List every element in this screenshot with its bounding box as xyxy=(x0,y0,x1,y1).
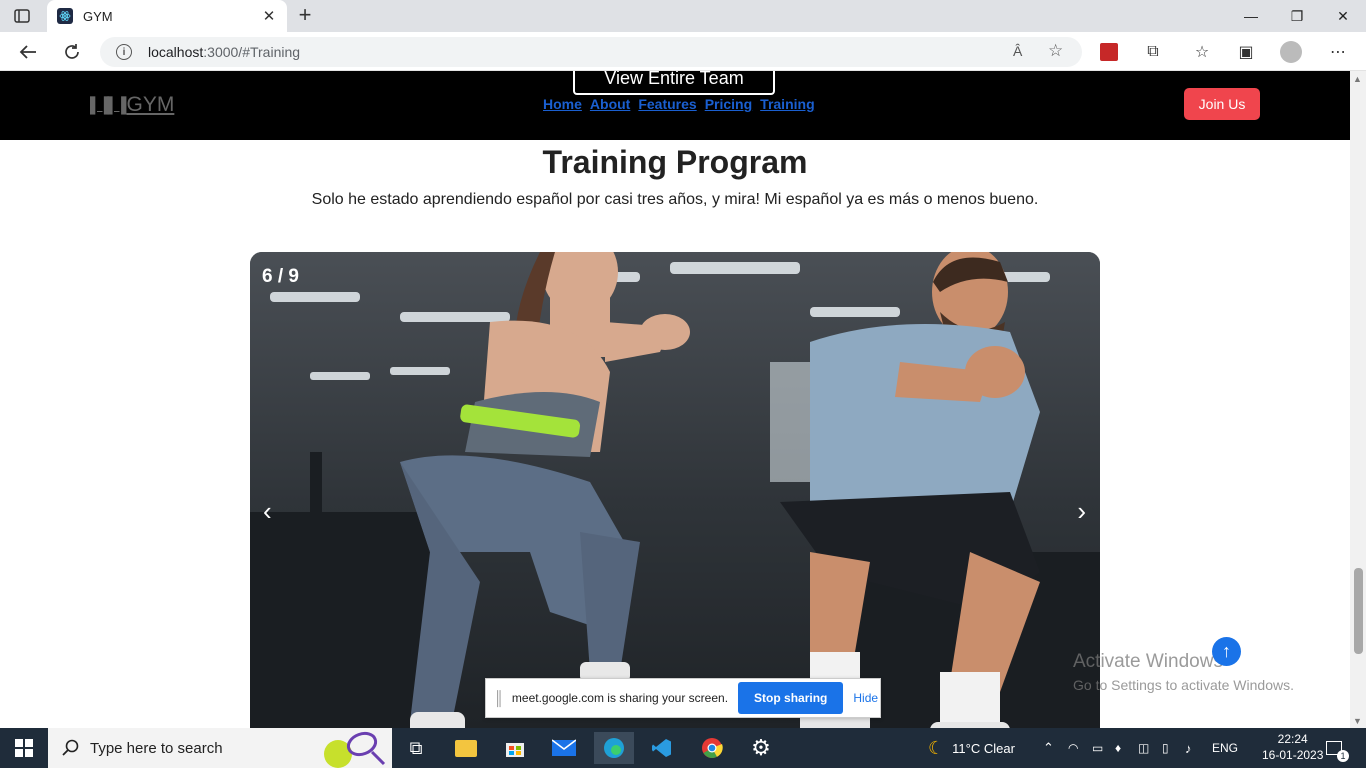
tennis-search-highlight-icon xyxy=(324,731,386,768)
site-info-icon[interactable]: i xyxy=(116,44,132,60)
wifi-icon[interactable]: ◫ xyxy=(1138,728,1149,768)
url-host: localhost xyxy=(148,44,204,60)
scroll-down-arrow-icon[interactable]: ▼ xyxy=(1353,716,1362,726)
page-scrollbar[interactable]: ▲ ▼ xyxy=(1350,71,1366,728)
nav-link-training[interactable]: Training xyxy=(760,96,814,112)
address-bar[interactable]: i localhost:3000/#Training Â ☆ xyxy=(100,37,1082,67)
microsoft-store-icon[interactable] xyxy=(495,732,535,764)
edge-browser-icon[interactable] xyxy=(594,732,634,764)
profile-avatar-icon[interactable] xyxy=(1279,40,1303,64)
drag-handle-icon[interactable]: ║ xyxy=(494,690,504,706)
windows-start-icon[interactable] xyxy=(0,728,48,768)
settings-gear-icon[interactable]: ⚙ xyxy=(741,732,781,764)
language-indicator[interactable]: ENG xyxy=(1212,728,1238,768)
browser-tab-gym[interactable]: GYM ✕ xyxy=(47,0,287,32)
task-view-icon[interactable]: ⧉ xyxy=(396,732,436,764)
share-message: meet.google.com is sharing your screen. xyxy=(511,691,729,705)
site-navbar: View Entire Team ▌▐▌▐ GYM Home About Fea… xyxy=(0,71,1350,140)
more-menu-icon[interactable]: ⋯ xyxy=(1326,40,1350,64)
extension-red-icon[interactable] xyxy=(1097,40,1121,64)
file-explorer-icon[interactable] xyxy=(446,732,486,764)
logo-text: GYM xyxy=(126,93,175,116)
volume-icon[interactable]: ♪ xyxy=(1185,728,1192,768)
notification-count: 1 xyxy=(1337,750,1349,762)
favorites-icon[interactable]: ☆ xyxy=(1190,40,1214,64)
site-logo[interactable]: ▌▐▌▐ GYM xyxy=(90,93,174,117)
join-us-button[interactable]: Join Us xyxy=(1184,88,1260,120)
scroll-to-top-icon[interactable]: ↑ xyxy=(1212,637,1241,666)
url-path: :3000/#Training xyxy=(203,44,301,60)
vscode-icon[interactable] xyxy=(642,732,682,764)
view-team-button[interactable]: View Entire Team xyxy=(573,71,775,95)
browser-tab-strip: GYM ✕ + — ❐ ✕ xyxy=(0,0,1366,32)
add-favorite-icon[interactable]: ☆ xyxy=(1048,41,1063,61)
nav-links: Home About Features Pricing Training xyxy=(543,96,815,112)
chrome-icon[interactable] xyxy=(692,732,732,764)
clock-time: 22:24 xyxy=(1277,732,1308,746)
tab-title: GYM xyxy=(83,8,113,24)
tray-chevron-icon[interactable]: ⌃ xyxy=(1043,728,1054,768)
mail-icon[interactable] xyxy=(544,732,584,764)
windows-taskbar: Type here to search ⧉ ⚙ ☾ 11°C Clear ⌃ ◠… xyxy=(0,728,1366,768)
section-subtitle: Solo he estado aprendiendo español por c… xyxy=(311,191,1039,208)
weather-text: 11°C Clear xyxy=(952,740,1015,756)
screen-share-bar: ║ meet.google.com is sharing your screen… xyxy=(485,678,881,718)
gym-squat-photo xyxy=(250,252,1100,728)
slide-prev-arrow[interactable]: ‹ xyxy=(263,496,272,527)
meet-camera-icon[interactable]: ▭ xyxy=(1092,728,1103,768)
nav-link-pricing[interactable]: Pricing xyxy=(705,96,752,112)
nav-link-home[interactable]: Home xyxy=(543,96,582,112)
extensions-puzzle-icon[interactable]: ⧉ xyxy=(1141,40,1165,64)
minimize-icon[interactable]: — xyxy=(1228,0,1274,32)
nav-link-about[interactable]: About xyxy=(590,96,630,112)
web-page: View Entire Team ▌▐▌▐ GYM Home About Fea… xyxy=(0,71,1350,728)
microphone-icon[interactable]: ♦ xyxy=(1115,728,1121,768)
training-image-slider[interactable]: 6 / 9 ‹ › xyxy=(250,252,1100,728)
read-aloud-icon[interactable]: Â xyxy=(1013,43,1022,59)
refresh-icon[interactable] xyxy=(58,38,86,66)
back-icon[interactable] xyxy=(14,38,42,66)
react-favicon-icon xyxy=(57,8,73,24)
notification-center-icon[interactable]: 1 xyxy=(1326,728,1349,768)
scrollbar-thumb[interactable] xyxy=(1354,568,1363,654)
activate-windows-title: Activate Windows xyxy=(1073,651,1223,672)
new-tab-button[interactable]: + xyxy=(292,4,318,28)
hide-share-bar-link[interactable]: Hide xyxy=(853,691,878,705)
restore-icon[interactable]: ❐ xyxy=(1274,0,1320,32)
address-toolbar: i localhost:3000/#Training Â ☆ ⧉ ☆ ▣ ⋯ xyxy=(0,32,1366,71)
stop-sharing-button[interactable]: Stop sharing xyxy=(738,682,844,714)
search-icon xyxy=(62,739,79,756)
scroll-up-arrow-icon[interactable]: ▲ xyxy=(1353,74,1362,84)
tab-actions-icon[interactable] xyxy=(10,6,34,26)
activate-windows-subtitle: Go to Settings to activate Windows. xyxy=(1073,677,1294,693)
slide-next-arrow[interactable]: › xyxy=(1077,496,1086,527)
slide-counter: 6 / 9 xyxy=(262,266,299,287)
network-icon[interactable]: ◠ xyxy=(1068,728,1078,768)
taskbar-search-box[interactable]: Type here to search xyxy=(48,728,392,768)
activate-windows-watermark: Activate Windows Go to Settings to activ… xyxy=(1073,651,1294,693)
taskbar-search-placeholder: Type here to search xyxy=(90,739,223,757)
weather-widget[interactable]: ☾ 11°C Clear xyxy=(928,728,1015,768)
clock-date: 16-01-2023 xyxy=(1262,748,1324,762)
window-close-icon[interactable]: ✕ xyxy=(1320,0,1366,32)
nav-link-features[interactable]: Features xyxy=(638,96,696,112)
section-heading: Training Program xyxy=(542,144,808,180)
tab-close-icon[interactable]: ✕ xyxy=(261,7,277,25)
collections-icon[interactable]: ▣ xyxy=(1234,40,1258,64)
moon-weather-icon: ☾ xyxy=(928,737,945,758)
system-clock[interactable]: 22:24 16-01-2023 xyxy=(1262,731,1323,763)
dumbbell-icon: ▌▐▌▐ xyxy=(90,96,126,114)
battery-icon[interactable]: ▯ xyxy=(1162,728,1169,768)
